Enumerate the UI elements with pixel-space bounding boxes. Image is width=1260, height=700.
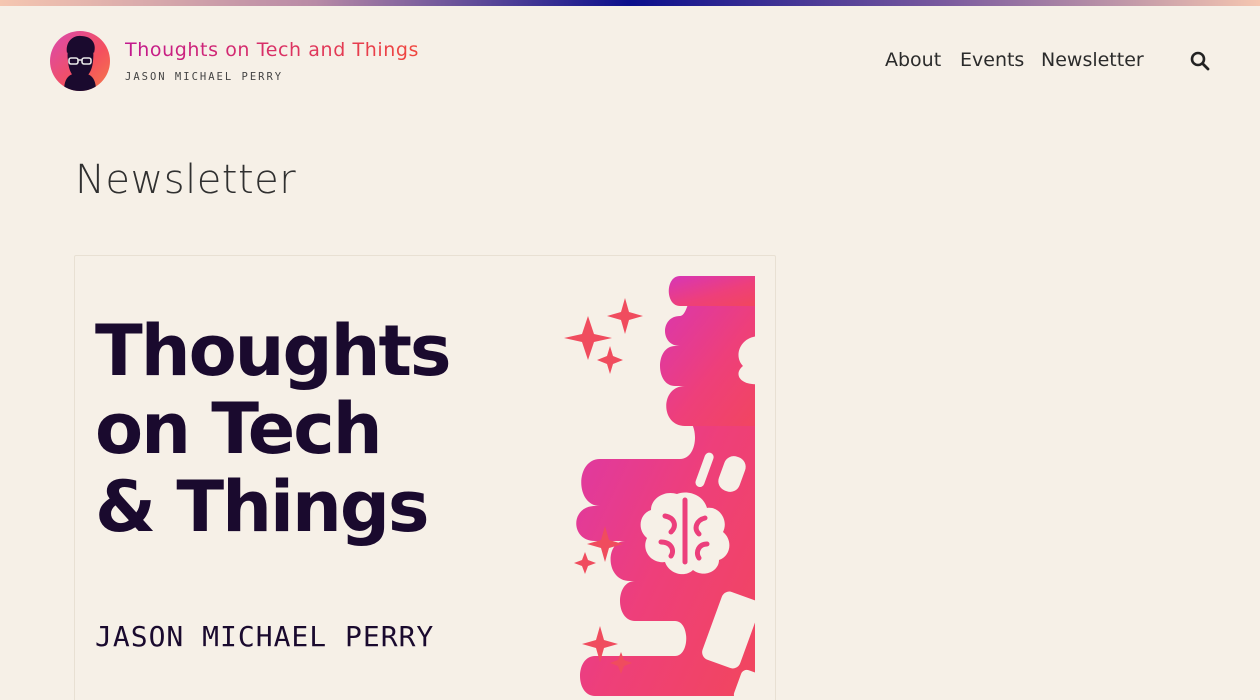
search-button[interactable] [1189,50,1211,72]
site-subtitle: JASON MICHAEL PERRY [125,71,284,83]
site-header: Thoughts on Tech and Things JASON MICHAE… [0,6,1260,106]
nav-item-about[interactable]: About [885,49,941,71]
site-title[interactable]: Thoughts on Tech and Things [125,39,419,61]
cover-title: Thoughts on Tech & Things [95,310,452,548]
cover-author: JASON MICHAEL PERRY [95,620,435,653]
cover-art-illustration [564,276,755,696]
nav-item-newsletter[interactable]: Newsletter [1041,49,1144,71]
avatar-portrait-icon [64,35,96,91]
newsletter-card[interactable]: Thoughts on Tech & Things JASON MICHAEL … [74,255,776,700]
site-avatar[interactable] [50,31,110,91]
page-title: Newsletter [75,157,297,203]
search-icon [1190,51,1210,71]
nav-item-events[interactable]: Events [960,49,1024,71]
newsletter-cover-image[interactable]: Thoughts on Tech & Things JASON MICHAEL … [95,276,755,696]
